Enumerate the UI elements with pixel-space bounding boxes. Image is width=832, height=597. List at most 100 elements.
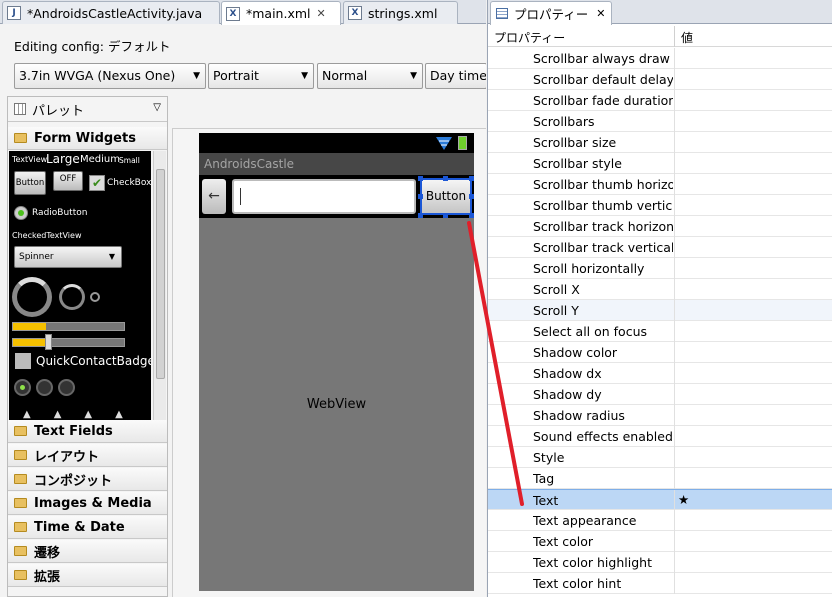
checkbox-checked-icon[interactable]: ✔ <box>89 175 105 191</box>
folder-icon <box>14 474 27 484</box>
property-row[interactable]: Scrollbar track vertical <box>488 237 832 258</box>
selection-handle[interactable] <box>418 176 423 181</box>
widget-toggle-button[interactable]: OFF <box>53 171 83 191</box>
palette-header[interactable]: パレット ▽ <box>8 97 167 122</box>
column-header-value[interactable]: 値 <box>681 29 693 46</box>
property-name: Text <box>533 493 559 508</box>
property-row[interactable]: Shadow color <box>488 342 832 363</box>
property-row[interactable]: Text color hint <box>488 573 832 594</box>
orientation-select[interactable]: Portrait ▼ <box>208 63 314 89</box>
category-images-media[interactable]: Images & Media <box>8 492 167 515</box>
widget-small-text[interactable]: Small <box>119 156 140 165</box>
widget-seekbar[interactable] <box>12 338 125 347</box>
close-icon[interactable]: ✕ <box>317 7 326 20</box>
chevron-down-icon: ▼ <box>108 252 115 261</box>
property-row[interactable]: Text appearance <box>488 510 832 531</box>
property-row[interactable]: Select all on focus <box>488 321 832 342</box>
property-row[interactable]: Scrollbar always draw vertical track <box>488 48 832 69</box>
category-form-widgets[interactable]: Form Widgets <box>8 127 167 150</box>
category-label: Time & Date <box>34 519 125 535</box>
property-row[interactable]: Scrollbar thumb horizontal <box>488 174 832 195</box>
rating-star-off-icon[interactable] <box>36 379 53 396</box>
night-mode-select-value: Day time <box>430 68 486 83</box>
property-row[interactable]: Shadow radius <box>488 405 832 426</box>
category-composite[interactable]: コンポジット <box>8 468 167 491</box>
selection-handle[interactable] <box>443 176 448 181</box>
widget-textview[interactable]: TextView <box>12 155 47 164</box>
property-row[interactable]: Sound effects enabled <box>488 426 832 447</box>
property-row[interactable]: Text color highlight <box>488 552 832 573</box>
selection-handle[interactable] <box>418 213 423 218</box>
category-layout[interactable]: レイアウト <box>8 444 167 467</box>
tab-androidscastleactivity-java[interactable]: J *AndroidsCastleActivity.java <box>2 1 220 24</box>
property-row[interactable]: Scroll horizontally <box>488 258 832 279</box>
property-name: Scrollbar thumb horizontal <box>533 177 673 192</box>
property-row[interactable]: Scrollbar style <box>488 153 832 174</box>
property-name: Shadow dy <box>533 387 602 402</box>
seekbar-fill <box>13 339 47 346</box>
night-mode-select[interactable]: Day time <box>425 63 486 89</box>
widget-button[interactable]: Button <box>14 171 46 195</box>
widget-radiobutton[interactable]: RadioButton <box>32 208 87 218</box>
property-row[interactable]: Scrollbar track horizontal <box>488 216 832 237</box>
property-row[interactable]: Tag <box>488 468 832 489</box>
property-row[interactable]: Scroll X <box>488 279 832 300</box>
property-row[interactable]: Shadow dx <box>488 363 832 384</box>
spinner-label: Spinner <box>19 252 54 262</box>
device-select[interactable]: 3.7in WVGA (Nexus One) ▼ <box>14 63 206 89</box>
property-row[interactable]: Text color <box>488 531 832 552</box>
tab-strings-xml[interactable]: X strings.xml <box>343 1 458 24</box>
property-value[interactable]: ★ <box>678 492 689 507</box>
dock-mode-select-value: Normal <box>322 68 368 83</box>
url-input[interactable] <box>232 179 416 214</box>
widget-quickcontactbadge[interactable]: QuickContactBadge <box>36 354 151 368</box>
scrollbar-thumb[interactable] <box>156 169 165 379</box>
category-time-date[interactable]: Time & Date <box>8 516 167 539</box>
category-transitions[interactable]: 遷移 <box>8 540 167 563</box>
property-row[interactable]: Scrollbars <box>488 111 832 132</box>
widget-medium-text[interactable]: Medium <box>80 154 120 165</box>
widget-large-text[interactable]: Large <box>46 152 80 166</box>
widget-checkbox[interactable]: CheckBox <box>107 178 151 188</box>
back-button[interactable]: ← <box>202 179 226 214</box>
widget-spinner[interactable]: Spinner ▼ <box>14 246 122 268</box>
device-select-value: 3.7in WVGA (Nexus One) <box>19 68 176 83</box>
widget-checkedtextview[interactable]: CheckedTextView <box>12 231 82 240</box>
selection-handle[interactable] <box>469 213 474 218</box>
property-row[interactable]: Style <box>488 447 832 468</box>
column-header-property[interactable]: プロパティー <box>494 29 565 46</box>
tab-main-xml[interactable]: X *main.xml ✕ <box>221 1 341 25</box>
selection-handle[interactable] <box>443 213 448 218</box>
category-text-fields[interactable]: Text Fields <box>8 420 167 443</box>
property-row[interactable]: Scrollbar default delay before fade <box>488 69 832 90</box>
property-row[interactable]: Shadow dy <box>488 384 832 405</box>
device-preview: AndroidsCastle ← Button WebView <box>199 133 474 591</box>
dock-mode-select[interactable]: Normal ▼ <box>317 63 423 89</box>
property-row[interactable]: Scrollbar size <box>488 132 832 153</box>
rating-star-on-icon[interactable] <box>14 379 31 396</box>
property-row[interactable]: Scrollbar thumb vertical <box>488 195 832 216</box>
selection-handle[interactable] <box>469 176 474 181</box>
xml-file-icon: X <box>226 6 240 21</box>
go-button[interactable]: Button <box>420 178 472 215</box>
editing-config-label: Editing config: デフォルト <box>14 39 171 54</box>
property-row[interactable]: Text ★ <box>488 489 832 511</box>
property-row[interactable]: Scroll Y <box>488 300 832 321</box>
category-advanced[interactable]: 拡張 <box>8 564 167 587</box>
palette-panel: パレット ▽ Form Widgets TextView Large Mediu… <box>7 96 168 597</box>
category-label: Images & Media <box>34 495 152 511</box>
tab-properties[interactable]: プロパティー ✕ <box>490 1 613 25</box>
palette-scrollbar[interactable] <box>153 151 166 421</box>
folder-icon <box>14 546 27 556</box>
property-name: Text color hint <box>533 576 622 591</box>
selection-handle[interactable] <box>418 194 423 199</box>
close-icon[interactable]: ✕ <box>596 7 605 20</box>
seekbar-thumb-icon[interactable] <box>45 334 52 350</box>
rating-star-off-icon[interactable] <box>58 379 75 396</box>
chevron-down-icon[interactable]: ▽ <box>153 102 161 113</box>
webview-label[interactable]: WebView <box>199 397 474 412</box>
selection-handle[interactable] <box>469 194 474 199</box>
radio-selected-icon[interactable] <box>14 206 28 220</box>
property-name: Select all on focus <box>533 324 648 339</box>
property-row[interactable]: Scrollbar fade duration <box>488 90 832 111</box>
